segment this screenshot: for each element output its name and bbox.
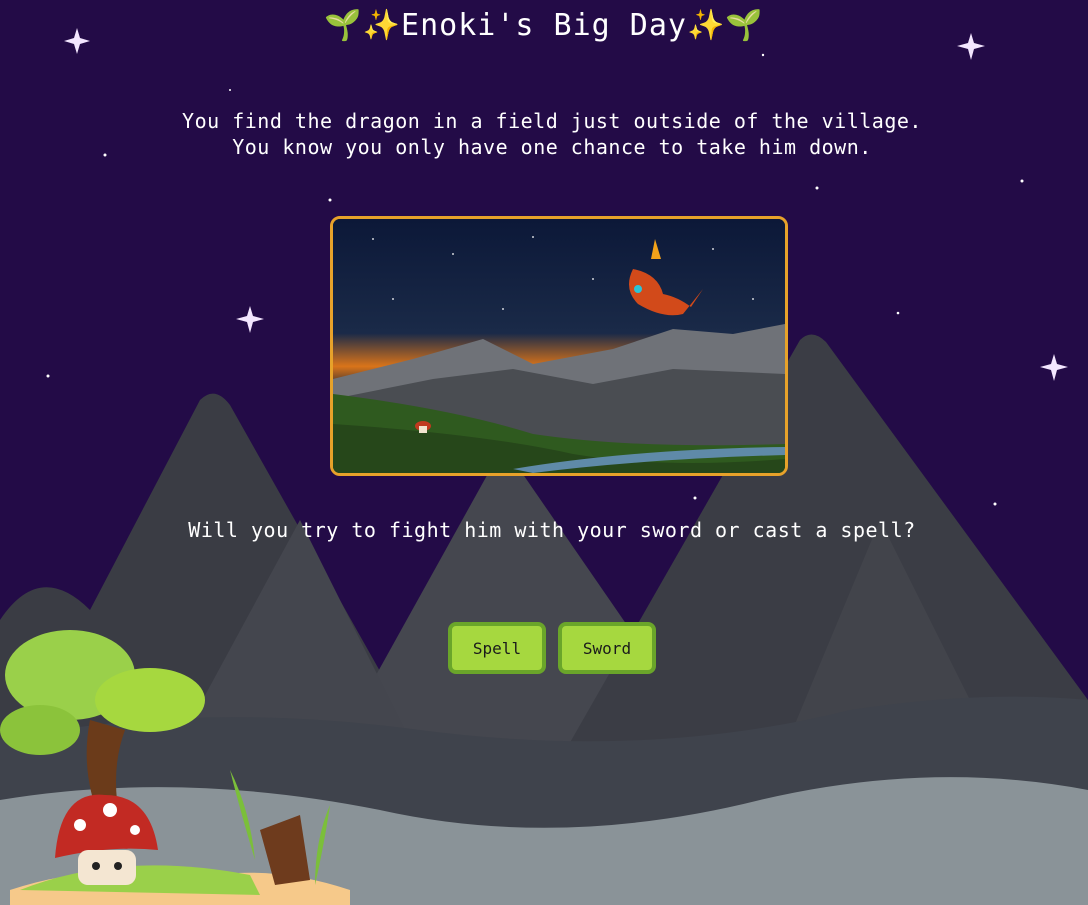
- tree-icon: [0, 630, 205, 820]
- scene-illustration: [330, 216, 788, 476]
- game-title: 🌱✨Enoki's Big Day✨🌱: [324, 8, 764, 43]
- spell-button[interactable]: Spell: [448, 622, 546, 674]
- story-narration: You find the dragon in a field just outs…: [182, 109, 922, 159]
- choice-question: Will you try to fight him with your swor…: [188, 518, 916, 542]
- storybook-mushroom-illustration: [0, 630, 350, 905]
- sword-button[interactable]: Sword: [558, 622, 656, 674]
